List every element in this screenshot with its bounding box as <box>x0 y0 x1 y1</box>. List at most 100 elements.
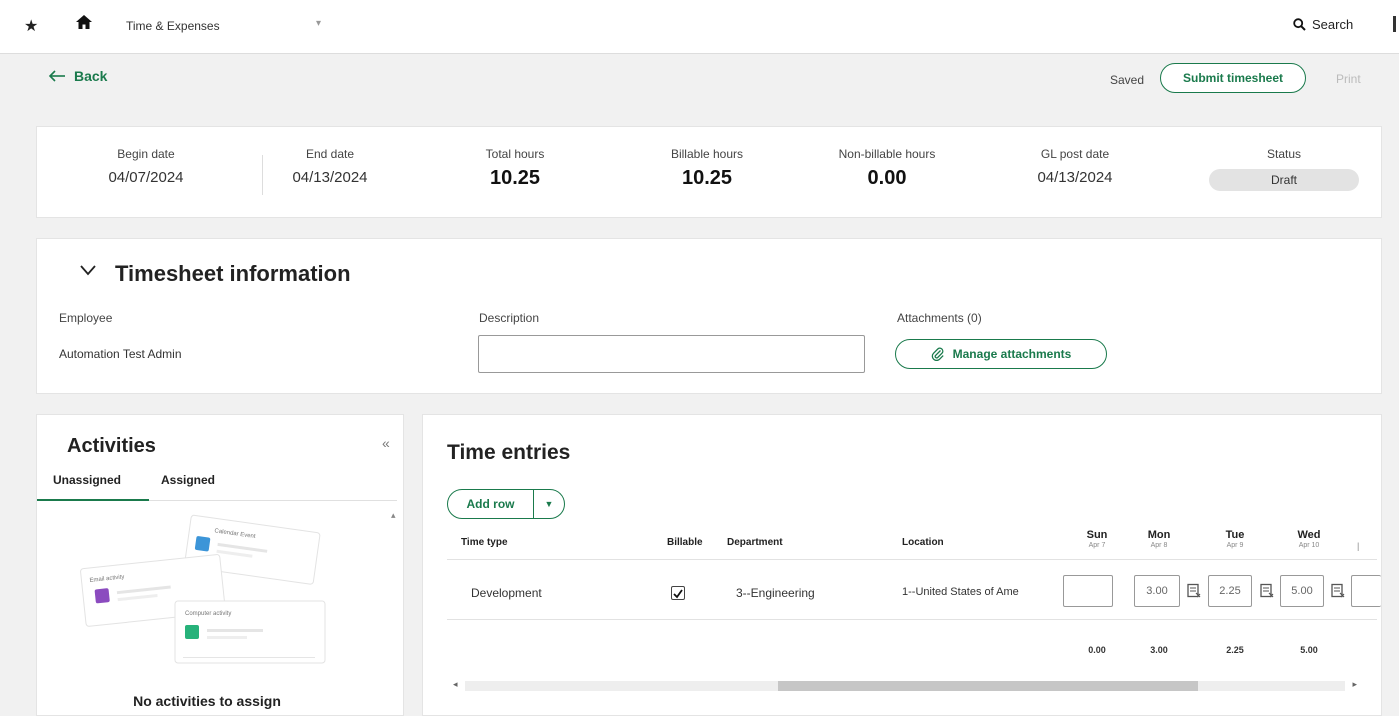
nonbillable-hours-field: Non-billable hours 0.00 <box>822 147 952 190</box>
manage-attachments-label: Manage attachments <box>952 347 1072 361</box>
hours-input-mon[interactable]: 3.00 <box>1134 575 1180 607</box>
search-label: Search <box>1312 17 1354 32</box>
back-label: Back <box>74 68 108 84</box>
vertical-scrollbar[interactable]: ▴ <box>391 505 399 715</box>
next-day-header-partial: | <box>1357 541 1360 551</box>
saved-status: Saved <box>1110 73 1145 87</box>
gl-post-date-field: GL post date 04/13/2024 <box>1020 147 1130 186</box>
total-hours-value: 10.25 <box>489 167 541 189</box>
status-field: Status Draft <box>1207 147 1361 191</box>
timesheet-summary: Begin date 04/07/2024 End date 04/13/202… <box>36 126 1382 218</box>
scroll-right-icon[interactable]: ▸ <box>1352 679 1357 690</box>
nonbillable-hours-label: Non-billable hours <box>838 147 936 161</box>
billable-hours-field: Billable hours 10.25 <box>652 147 762 190</box>
home-icon[interactable] <box>74 12 94 32</box>
hours-input-wed[interactable]: 5.00 <box>1280 575 1324 607</box>
tab-assigned[interactable]: Assigned <box>161 473 215 487</box>
day-name: Wed <box>1297 529 1321 541</box>
column-header-billable: Billable <box>667 537 703 548</box>
timesheet-information-section: Timesheet information Employee Automatio… <box>36 238 1382 394</box>
total-tue: 2.25 <box>1226 645 1244 655</box>
day-name: Tue <box>1225 529 1245 541</box>
paperclip-icon <box>931 347 944 361</box>
total-wed: 5.00 <box>1300 645 1318 655</box>
top-bar: ★ Time & Expenses ▾ Search <box>0 0 1399 54</box>
billable-hours-label: Billable hours <box>670 147 744 161</box>
day-date: Apr 10 <box>1298 542 1320 549</box>
employee-label: Employee <box>59 311 113 325</box>
empty-state-message: No activities to assign <box>133 693 281 709</box>
gl-post-date-value: 04/13/2024 <box>1037 169 1113 186</box>
gl-post-date-label: GL post date <box>1040 147 1110 161</box>
day-header-wed: Wed Apr 10 <box>1287 529 1331 549</box>
manage-attachments-button[interactable]: Manage attachments <box>895 339 1107 369</box>
day-date: Apr 8 <box>1150 542 1168 549</box>
nonbillable-hours-value: 0.00 <box>867 167 907 189</box>
day-date: Apr 9 <box>1226 542 1244 549</box>
scrollbar-thumb[interactable] <box>778 681 1198 691</box>
location-cell[interactable]: 1--United States of Ame <box>902 586 1044 598</box>
scroll-up-icon[interactable]: ▴ <box>391 510 396 520</box>
total-sun: 0.00 <box>1088 645 1106 655</box>
end-date-field: End date 04/13/2024 <box>275 147 385 186</box>
computer-activity-card-label: Computer activity <box>185 611 231 617</box>
hours-input-sun[interactable] <box>1063 575 1113 607</box>
table-header-divider <box>447 559 1377 560</box>
active-tab-indicator <box>37 499 149 501</box>
tab-unassigned[interactable]: Unassigned <box>53 473 121 487</box>
note-icon[interactable] <box>1330 583 1346 599</box>
note-icon[interactable] <box>1259 583 1275 599</box>
search-button[interactable]: Search <box>1293 17 1353 32</box>
horizontal-scrollbar[interactable]: ◂ ▸ <box>453 679 1357 693</box>
day-header-mon: Mon Apr 8 <box>1137 529 1181 549</box>
billable-checkbox[interactable] <box>671 586 685 600</box>
begin-date-label: Begin date <box>117 147 175 161</box>
day-name: Mon <box>1147 529 1171 541</box>
chevron-down-icon[interactable]: ▼ <box>534 499 564 509</box>
divider <box>262 155 263 195</box>
description-input[interactable] <box>478 335 865 373</box>
scroll-left-icon[interactable]: ◂ <box>453 679 458 690</box>
end-date-label: End date <box>305 147 355 161</box>
column-header-time-type: Time type <box>461 537 508 548</box>
employee-value: Automation Test Admin <box>59 347 182 361</box>
chevron-down-icon[interactable]: ▾ <box>316 18 321 29</box>
submit-timesheet-button[interactable]: Submit timesheet <box>1160 63 1306 93</box>
begin-date-value: 04/07/2024 <box>108 169 184 186</box>
department-cell[interactable]: 3--Engineering <box>736 586 815 600</box>
total-mon: 3.00 <box>1150 645 1168 655</box>
menu-edge-icon[interactable] <box>1393 16 1396 32</box>
checkmark-icon <box>673 589 683 599</box>
attachments-label: Attachments (0) <box>897 311 982 325</box>
add-row-button[interactable]: Add row <box>448 490 534 518</box>
chevron-down-icon[interactable] <box>79 264 97 276</box>
begin-date-field: Begin date 04/07/2024 <box>91 147 201 186</box>
note-icon[interactable] <box>1186 583 1202 599</box>
search-icon <box>1293 18 1306 31</box>
day-header-sun: Sun Apr 7 <box>1075 529 1119 549</box>
collapse-panel-icon[interactable]: « <box>382 435 390 451</box>
app-switcher-label[interactable]: Time & Expenses <box>126 19 220 33</box>
time-entries-title: Time entries <box>447 441 571 464</box>
print-button[interactable]: Print <box>1336 72 1361 86</box>
status-badge: Draft <box>1209 169 1359 191</box>
add-row-split-button: Add row ▼ <box>447 489 565 519</box>
back-link[interactable]: Back <box>48 68 107 84</box>
billable-hours-value: 10.25 <box>681 167 733 189</box>
day-name: Sun <box>1086 529 1108 541</box>
time-entries-panel: Time entries Add row ▼ Time type Billabl… <box>422 414 1382 716</box>
column-header-department: Department <box>727 537 783 548</box>
section-title[interactable]: Timesheet information <box>115 261 351 287</box>
time-type-cell[interactable]: Development <box>471 586 542 600</box>
arrow-left-icon <box>48 70 65 82</box>
empty-activities-illustration: Calendar Event Email activity Computer a… <box>80 514 326 664</box>
total-hours-field: Total hours 10.25 <box>465 147 565 190</box>
hours-input-tue[interactable]: 2.25 <box>1208 575 1252 607</box>
table-row-divider <box>447 619 1377 620</box>
favorite-star-icon[interactable]: ★ <box>24 16 38 36</box>
column-header-location: Location <box>902 537 944 548</box>
day-date: Apr 7 <box>1088 542 1106 549</box>
status-label: Status <box>1266 147 1302 161</box>
hours-input-next-partial[interactable] <box>1351 575 1381 607</box>
activities-title: Activities <box>67 435 156 457</box>
